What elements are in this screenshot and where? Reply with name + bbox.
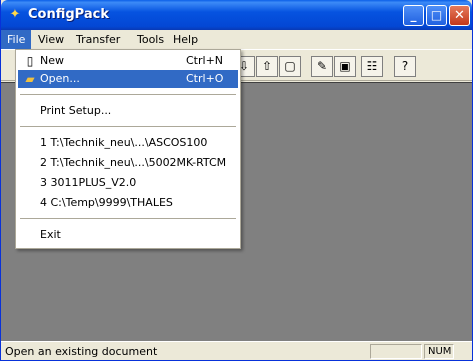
menu-transfer[interactable]: Transfer: [70, 30, 126, 49]
close-button[interactable]: ✕: [449, 5, 470, 26]
num-lock-indicator: NUM: [424, 344, 454, 359]
recent-file-label: 3 3011PLUS_V2.0: [40, 176, 137, 189]
close-icon: ✕: [454, 8, 465, 23]
menu-item-exit-label: Exit: [40, 228, 61, 241]
menu-item-recent-4[interactable]: 4 C:\Temp\9999\THALES: [18, 194, 238, 212]
menu-item-recent-2[interactable]: 2 T:\Technik_neu\...\5002MK-RTCM: [18, 154, 238, 172]
file-menu-dropdown: ▯ New Ctrl+N ▰ Open... Ctrl+O Print Setu…: [15, 49, 241, 249]
upload-button[interactable]: ⇧: [256, 56, 278, 77]
image-button[interactable]: ▣: [334, 56, 356, 77]
status-text: Open an existing document: [5, 345, 158, 358]
maximize-icon: □: [430, 8, 443, 22]
menu-item-open-label: Open...: [40, 72, 80, 85]
upload-icon: ⇧: [261, 59, 273, 73]
properties-button[interactable]: ☷: [361, 56, 383, 77]
help-button[interactable]: ?: [394, 56, 416, 77]
menu-item-recent-1[interactable]: 1 T:\Technik_neu\...\ASCOS100: [18, 134, 238, 152]
open-folder-icon: ▰: [25, 72, 35, 86]
menu-item-new-label: New: [40, 54, 64, 67]
copy-icon: ▢: [284, 59, 296, 73]
menu-separator: [20, 218, 236, 220]
menu-item-open-shortcut: Ctrl+O: [186, 72, 224, 85]
title-bar[interactable]: ✦ ConfigPack _ □ ✕: [1, 0, 472, 30]
minimize-button[interactable]: _: [403, 5, 424, 26]
menu-item-recent-3[interactable]: 3 3011PLUS_V2.0: [18, 174, 238, 192]
new-document-icon: ▯: [26, 54, 34, 68]
menu-item-exit[interactable]: Exit: [18, 226, 238, 244]
properties-icon: ☷: [366, 59, 378, 73]
menu-view[interactable]: View: [32, 30, 70, 49]
edit-button[interactable]: ✎: [311, 56, 333, 77]
recent-file-label: 1 T:\Technik_neu\...\ASCOS100: [40, 136, 208, 149]
recent-file-label: 4 C:\Temp\9999\THALES: [40, 196, 173, 209]
status-bar: Open an existing document NUM: [1, 341, 472, 360]
image-icon: ▣: [339, 59, 351, 73]
menu-separator: [20, 94, 236, 96]
recent-file-label: 2 T:\Technik_neu\...\5002MK-RTCM: [40, 156, 227, 169]
edit-icon: ✎: [316, 59, 328, 73]
status-panel-empty: [370, 344, 422, 359]
copy-button[interactable]: ▢: [279, 56, 301, 77]
menu-help[interactable]: Help: [167, 30, 204, 49]
menu-item-print-setup[interactable]: Print Setup...: [18, 102, 238, 120]
menu-item-new[interactable]: ▯ New Ctrl+N: [18, 52, 238, 70]
configpack-app-icon[interactable]: ✦: [7, 7, 23, 23]
menu-tools[interactable]: Tools: [131, 30, 170, 49]
maximize-button[interactable]: □: [426, 5, 447, 26]
help-icon: ?: [401, 59, 409, 73]
main-window: ✦ ConfigPack _ □ ✕ File View Transfer To…: [0, 0, 473, 361]
window-title: ConfigPack: [28, 7, 109, 22]
menu-bar: File View Transfer Tools Help: [1, 30, 472, 49]
menu-separator: [20, 126, 236, 128]
minimize-icon: _: [410, 8, 417, 22]
menu-file[interactable]: File: [1, 30, 32, 49]
menu-item-new-shortcut: Ctrl+N: [186, 54, 224, 67]
menu-item-print-setup-label: Print Setup...: [40, 104, 112, 117]
menu-item-open[interactable]: ▰ Open... Ctrl+O: [18, 70, 238, 88]
